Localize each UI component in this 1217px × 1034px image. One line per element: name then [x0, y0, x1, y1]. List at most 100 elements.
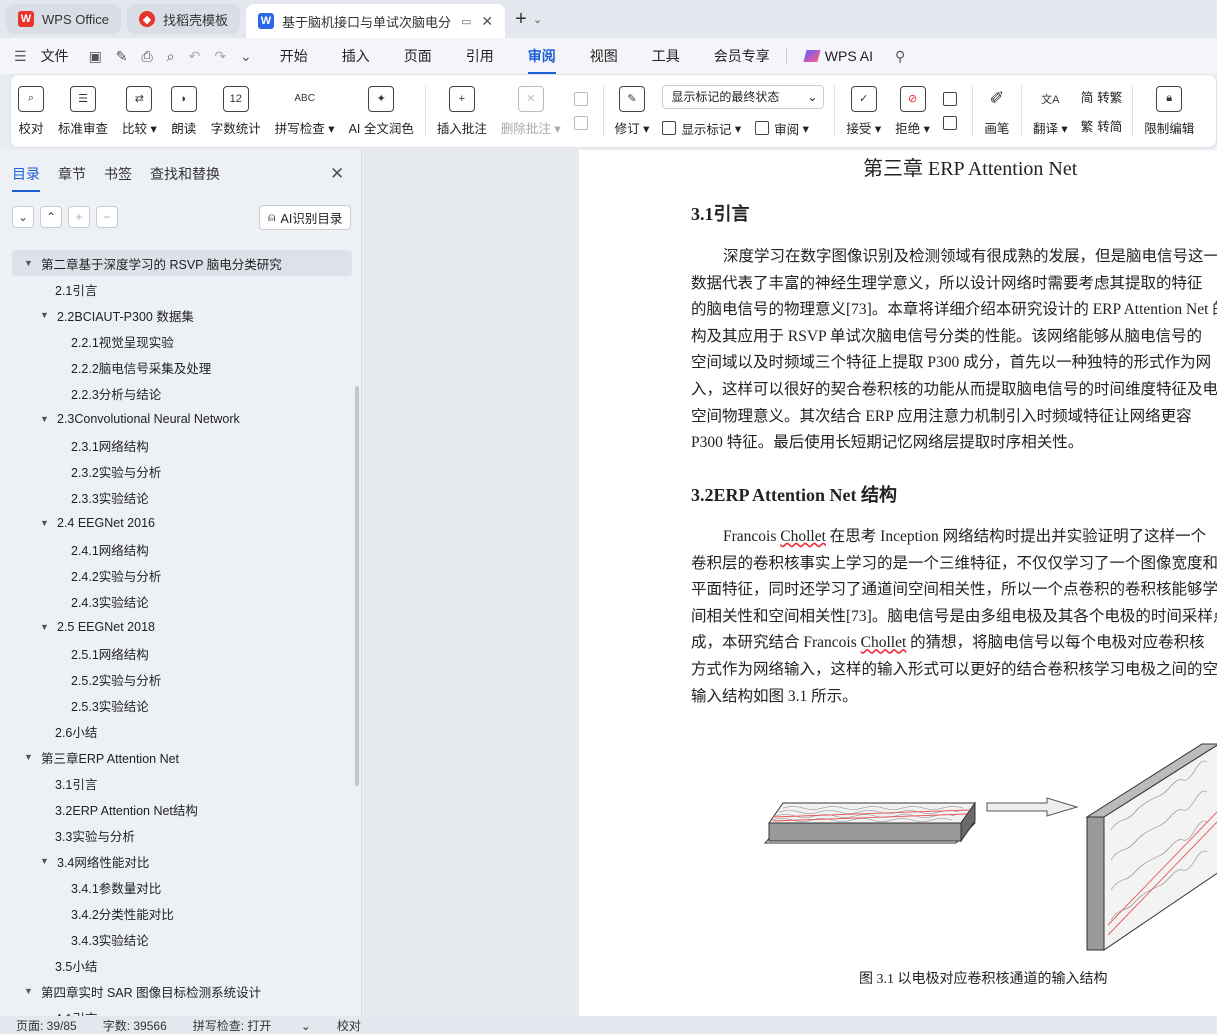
toc-item[interactable]: 3.2ERP Attention Net结构	[12, 796, 352, 822]
menu-view[interactable]: 视图	[590, 46, 618, 66]
toc-item[interactable]: 2.5.3实验结论	[12, 692, 352, 718]
toc-item[interactable]: 3.4.1参数量对比	[12, 874, 352, 900]
chevron-down-icon[interactable]: ⌄	[240, 48, 252, 65]
pen-icon[interactable]: ✎	[116, 48, 128, 65]
toc-item[interactable]: 3.3实验与分析	[12, 822, 352, 848]
expand-triangle-icon[interactable]: ▼	[40, 856, 52, 866]
toc-item[interactable]: ▼ 3.4网络性能对比	[12, 848, 352, 874]
word-count-indicator[interactable]: 字数: 39566	[103, 1017, 167, 1034]
chevron-up-icon[interactable]: ⌃	[40, 206, 62, 228]
tab-docer[interactable]: ◆ 找稻壳模板	[126, 4, 240, 34]
tab-sections[interactable]: 章节	[58, 164, 86, 184]
toc-item[interactable]: ▼ 2.2BCIAUT-P300 数据集	[12, 302, 352, 328]
to-traditional-button[interactable]: 简转繁	[1081, 87, 1123, 106]
toc-item[interactable]: ▼ 第四章实时 SAR 图像目标检测系统设计	[12, 978, 352, 1004]
search-icon[interactable]: ⚲	[895, 48, 905, 65]
hamburger-icon[interactable]: ☰	[14, 48, 27, 65]
track-changes-button[interactable]: ✎ 修订 ▾	[608, 80, 657, 142]
translate-button[interactable]: 文A 翻译 ▾	[1026, 80, 1075, 142]
tab-document[interactable]: W 基于脑机接口与单试次脑电分 ▭ ✕	[245, 4, 506, 38]
review-pane-button[interactable]: 审阅 ▾	[755, 119, 809, 138]
close-icon[interactable]: ✕	[481, 13, 493, 30]
toc-item[interactable]: ▼ 第二章基于深度学习的 RSVP 脑电分类研究	[12, 250, 352, 276]
expand-triangle-icon[interactable]: ▼	[24, 986, 36, 996]
menu-membership[interactable]: 会员专享	[714, 46, 770, 66]
spell-check-button[interactable]: ABC 拼写检查 ▾	[268, 80, 342, 142]
menu-insert[interactable]: 插入	[342, 46, 370, 66]
toc-item[interactable]: 2.5.1网络结构	[12, 640, 352, 666]
expand-triangle-icon[interactable]: ▼	[40, 518, 52, 528]
toc-item[interactable]: 2.3.2实验与分析	[12, 458, 352, 484]
toc-item[interactable]: 3.1引言	[12, 770, 352, 796]
expand-triangle-icon[interactable]: ▼	[40, 622, 52, 632]
menu-tools[interactable]: 工具	[652, 46, 680, 66]
toc-item[interactable]: 3.4.2分类性能对比	[12, 900, 352, 926]
chevron-down-icon[interactable]: ⌄	[533, 13, 542, 26]
ai-polish-button[interactable]: ✦ AI 全文润色	[342, 80, 421, 142]
accept-button[interactable]: ✓ 接受 ▾	[839, 80, 888, 142]
spell-check-indicator[interactable]: 拼写检查: 打开 ⌄	[193, 1017, 311, 1034]
minus-icon[interactable]: −	[96, 206, 118, 228]
chevron-down-icon[interactable]: ⌄	[12, 206, 34, 228]
toc-item[interactable]: ▼ 第三章ERP Attention Net	[12, 744, 352, 770]
tab-wps-office[interactable]: W WPS Office	[6, 4, 121, 34]
insert-comment-button[interactable]: + 插入批注	[430, 80, 494, 142]
menu-page[interactable]: 页面	[404, 46, 432, 66]
pen-button[interactable]: ✐ 画笔	[977, 80, 1017, 142]
to-simplified-button[interactable]: 繁转简	[1081, 116, 1123, 135]
toc-item[interactable]: 2.1引言	[12, 276, 352, 302]
print-icon[interactable]: ⎙	[142, 48, 153, 65]
new-tab-icon[interactable]: +	[515, 8, 527, 31]
read-aloud-button[interactable]: ◗ 朗读	[164, 80, 204, 142]
page-indicator[interactable]: 页面: 39/85	[16, 1017, 77, 1034]
plus-icon[interactable]: +	[68, 206, 90, 228]
expand-triangle-icon[interactable]: ▼	[40, 414, 52, 424]
toc-item[interactable]: ▼ 2.4 EEGNet 2016	[12, 510, 352, 536]
redo-icon[interactable]: ↷	[214, 48, 226, 65]
menu-home[interactable]: 开始	[280, 46, 308, 66]
markup-display-select[interactable]: 显示标记的最终状态 ⌄	[662, 84, 825, 109]
proofread-indicator[interactable]: 校对	[337, 1017, 361, 1034]
expand-triangle-icon[interactable]: ▼	[24, 752, 36, 762]
toc-item[interactable]: ▼ 2.5 EEGNet 2018	[12, 614, 352, 640]
toc-item[interactable]: ▼ 2.3Convolutional Neural Network	[12, 406, 352, 432]
toc-item[interactable]: 2.2.3分析与结论	[12, 380, 352, 406]
next-change-icon[interactable]	[942, 116, 962, 130]
ai-toc-button[interactable]: ⍝ AI识别目录	[259, 205, 352, 230]
menu-wps-ai[interactable]: WPS AI	[803, 48, 873, 64]
tab-toc[interactable]: 目录	[12, 164, 40, 192]
menu-file[interactable]: 文件	[41, 46, 69, 66]
toc-item[interactable]: 2.3.1网络结构	[12, 432, 352, 458]
toc-item[interactable]: 3.4.3实验结论	[12, 926, 352, 952]
next-comment-icon[interactable]	[573, 116, 593, 130]
scrollbar[interactable]	[355, 386, 359, 786]
toc-item[interactable]: 2.5.2实验与分析	[12, 666, 352, 692]
proofread-button[interactable]: ⌕ 校对	[11, 80, 51, 142]
word-count-button[interactable]: 12 字数统计	[204, 80, 268, 142]
reject-button[interactable]: ⊘ 拒绝 ▾	[888, 80, 937, 142]
document-page[interactable]: 第三章 ERP Attention Net 3.1引言 深度学习在数字图像识别及…	[579, 150, 1217, 1016]
previous-comment-icon[interactable]	[573, 92, 593, 106]
delete-comment-button[interactable]: ✕ 删除批注 ▾	[494, 80, 568, 142]
restrict-edit-button[interactable]: 🔒︎ 限制编辑	[1137, 80, 1201, 142]
save-icon[interactable]: ▣	[89, 48, 102, 65]
tab-bookmarks[interactable]: 书签	[104, 164, 132, 184]
previous-change-icon[interactable]	[942, 92, 962, 106]
standard-review-button[interactable]: ☰ 标准审查	[51, 80, 115, 142]
toc-item[interactable]: 2.4.1网络结构	[12, 536, 352, 562]
print-preview-icon[interactable]: ⌕	[167, 48, 175, 65]
close-icon[interactable]: ✕	[330, 164, 344, 184]
undo-icon[interactable]: ↶	[189, 48, 201, 65]
toc-item[interactable]: 2.4.3实验结论	[12, 588, 352, 614]
menu-references[interactable]: 引用	[466, 46, 494, 66]
compare-button[interactable]: ⇄ 比较 ▾	[115, 80, 164, 142]
toc-item[interactable]: 2.2.2脑电信号采集及处理	[12, 354, 352, 380]
expand-triangle-icon[interactable]: ▼	[40, 310, 52, 320]
expand-triangle-icon[interactable]: ▼	[24, 258, 36, 268]
toc-item[interactable]: 2.2.1视觉呈现实验	[12, 328, 352, 354]
toc-item[interactable]: 3.5小结	[12, 952, 352, 978]
menu-review[interactable]: 审阅	[527, 46, 556, 74]
toc-item[interactable]: 2.6小结	[12, 718, 352, 744]
toc-item[interactable]: 2.4.2实验与分析	[12, 562, 352, 588]
tab-find-replace[interactable]: 查找和替换	[150, 164, 220, 184]
